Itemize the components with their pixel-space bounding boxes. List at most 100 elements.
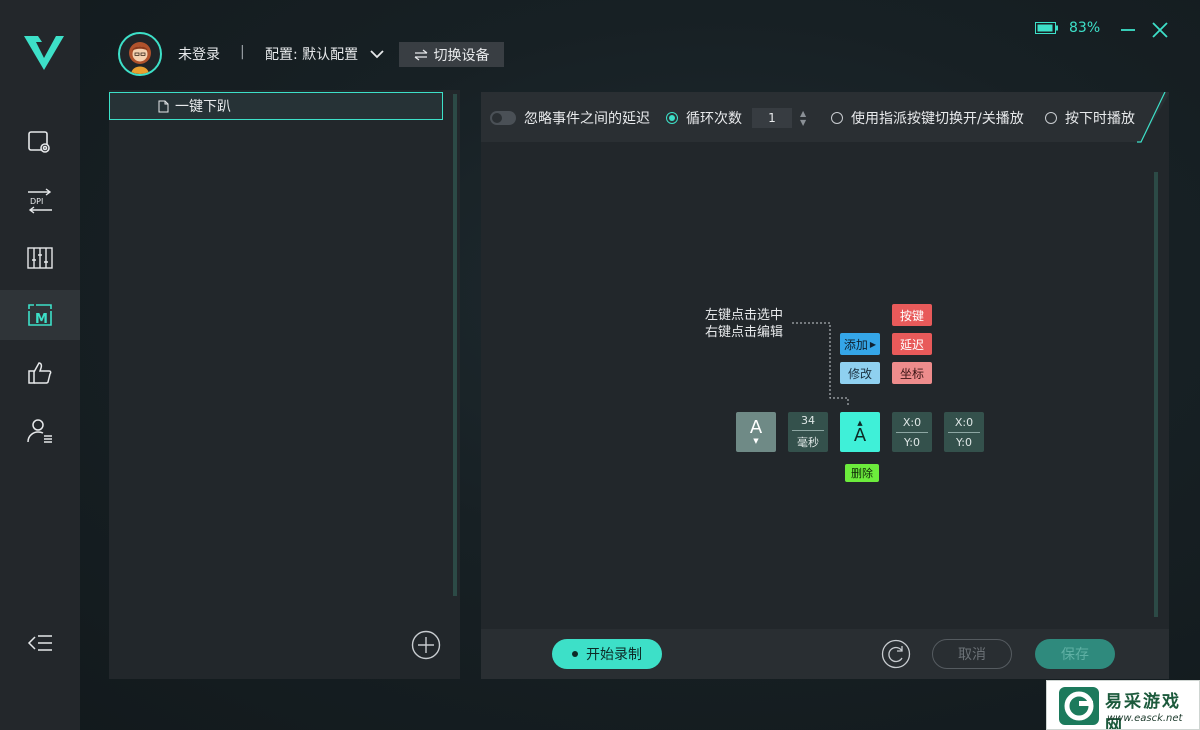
editor-footer: 开始录制 取消 保存 [481, 629, 1169, 679]
hint-right-click: 右键点击编辑 [705, 325, 784, 340]
macro-list-scrollbar[interactable] [453, 94, 457, 596]
minimize-icon[interactable] [1118, 20, 1138, 40]
dpi-icon: DPI [28, 188, 52, 214]
start-recording-button[interactable]: 开始录制 [552, 639, 662, 669]
loop-count-input[interactable] [752, 108, 792, 128]
close-icon[interactable] [1150, 20, 1170, 40]
watermark-logo-icon [1059, 687, 1099, 725]
login-status[interactable]: 未登录 [178, 44, 220, 64]
delete-label: 删除 [851, 467, 873, 480]
coord-x: X:0 [954, 415, 974, 429]
event-key-down[interactable]: A ▼ [736, 412, 776, 452]
add-macro-button[interactable] [411, 630, 441, 660]
chevron-down-icon [370, 50, 384, 59]
key-down-label: A [749, 417, 763, 438]
ignore-delay-label: 忽略事件之间的延迟 [524, 111, 650, 127]
coord-divider [896, 431, 928, 433]
modify-label: 修改 [847, 366, 872, 381]
coord-divider [948, 431, 980, 433]
refresh-icon[interactable] [881, 639, 911, 669]
sidebar-item-device-settings[interactable] [0, 117, 80, 167]
config-label: 配置: 默认配置 [265, 47, 359, 63]
battery-indicator: 83% [1035, 20, 1100, 36]
insert-delay-label: 延迟 [899, 337, 924, 352]
swap-icon [414, 48, 427, 61]
start-recording-label: 开始录制 [586, 647, 642, 663]
macro-text: M [35, 312, 48, 327]
insert-key-menu-item[interactable]: 按键 [892, 304, 932, 326]
config-dropdown[interactable]: 配置: 默认配置 [265, 44, 384, 64]
event-coord[interactable]: X:0 Y:0 [892, 412, 932, 452]
insert-delay-menu-item[interactable]: 延迟 [892, 333, 932, 355]
device-settings-icon [28, 131, 50, 153]
sidebar-item-equalizer[interactable] [0, 233, 80, 283]
delay-unit: 毫秒 [797, 436, 819, 449]
editor-scrollbar[interactable] [1154, 172, 1158, 617]
header-separator: | [240, 44, 245, 60]
toggle-play-radio[interactable] [831, 112, 843, 124]
watermark: 易采游戏网 www.easck.net [1046, 680, 1200, 730]
thumbs-up-icon [28, 362, 52, 384]
switch-device-button[interactable]: 切换设备 [399, 42, 504, 67]
event-delay[interactable]: 34 毫秒 [788, 412, 828, 452]
cancel-label: 取消 [958, 647, 986, 663]
coord-y: Y:0 [904, 435, 920, 449]
sidebar-item-dpi[interactable]: DPI [0, 175, 80, 225]
arrow-down-icon: ▼ [753, 437, 759, 445]
file-icon [158, 100, 169, 112]
equalizer-icon [27, 247, 53, 269]
collapse-menu-icon [27, 635, 52, 651]
loop-count-stepper[interactable]: ▲ ▼ [800, 109, 806, 127]
insert-coord-menu-item[interactable]: 坐标 [892, 362, 932, 384]
coord-x: X:0 [902, 415, 922, 429]
event-coord[interactable]: X:0 Y:0 [944, 412, 984, 452]
ignore-delay-switch[interactable] [490, 111, 516, 125]
loop-count-label: 循环次数 [686, 111, 742, 127]
delete-button[interactable]: 删除 [845, 464, 879, 482]
insert-key-label: 按键 [899, 308, 924, 323]
ignore-delay-toggle[interactable]: 忽略事件之间的延迟 [490, 108, 650, 128]
caret-right-icon: ▶ [869, 339, 877, 349]
delay-divider [792, 430, 824, 431]
editor-hint: 左键点击选中 右键点击编辑 [705, 307, 783, 341]
toggle-play-option[interactable]: 使用指派按键切换开/关播放 [831, 108, 1024, 128]
battery-percent: 83% [1069, 20, 1101, 36]
loop-count-radio[interactable] [666, 112, 678, 124]
record-dot-icon [572, 651, 578, 657]
sidebar: DPI M [0, 0, 80, 730]
hold-play-radio[interactable] [1045, 112, 1057, 124]
avatar[interactable] [118, 32, 162, 76]
save-button[interactable]: 保存 [1035, 639, 1115, 669]
toggle-play-label: 使用指派按键切换开/关播放 [851, 111, 1024, 127]
cancel-button[interactable]: 取消 [932, 639, 1012, 669]
collapse-menu-button[interactable] [0, 618, 80, 668]
battery-icon [1035, 22, 1058, 34]
toolbar-edge-decoration [1137, 92, 1166, 143]
avatar-icon [129, 42, 151, 74]
modify-button[interactable]: 修改 [840, 362, 880, 384]
watermark-url: www.easck.net [1107, 713, 1183, 724]
add-button[interactable]: 添加 ▶ [840, 333, 880, 355]
sidebar-item-like[interactable] [0, 348, 80, 398]
stepper-down-icon[interactable]: ▼ [800, 118, 806, 127]
add-label: 添加 [843, 337, 868, 352]
event-key-up[interactable]: ▲ A [840, 412, 880, 452]
macro-list-item[interactable]: 一键下趴 [109, 92, 443, 120]
coord-y: Y:0 [956, 435, 972, 449]
save-label: 保存 [1061, 647, 1089, 663]
macro-list-item-label: 一键下趴 [175, 99, 231, 115]
hold-play-option[interactable]: 按下时播放 [1045, 108, 1135, 128]
sidebar-item-account[interactable] [0, 406, 80, 456]
sidebar-item-macro[interactable]: M [0, 290, 80, 340]
stepper-up-icon[interactable]: ▲ [800, 109, 806, 118]
switch-device-label: 切换设备 [433, 47, 490, 64]
delay-value: 34 [801, 414, 815, 427]
loop-count-option[interactable]: 循环次数 ▲ ▼ [666, 108, 806, 128]
insert-coord-label: 坐标 [899, 366, 924, 381]
hold-play-label: 按下时播放 [1065, 111, 1135, 127]
dpi-text: DPI [30, 197, 43, 206]
macro-icon: M [28, 304, 52, 327]
macro-list-panel: 一键下趴 [109, 90, 460, 679]
user-settings-icon [27, 419, 52, 443]
hint-left-click: 左键点击选中 [705, 308, 784, 323]
